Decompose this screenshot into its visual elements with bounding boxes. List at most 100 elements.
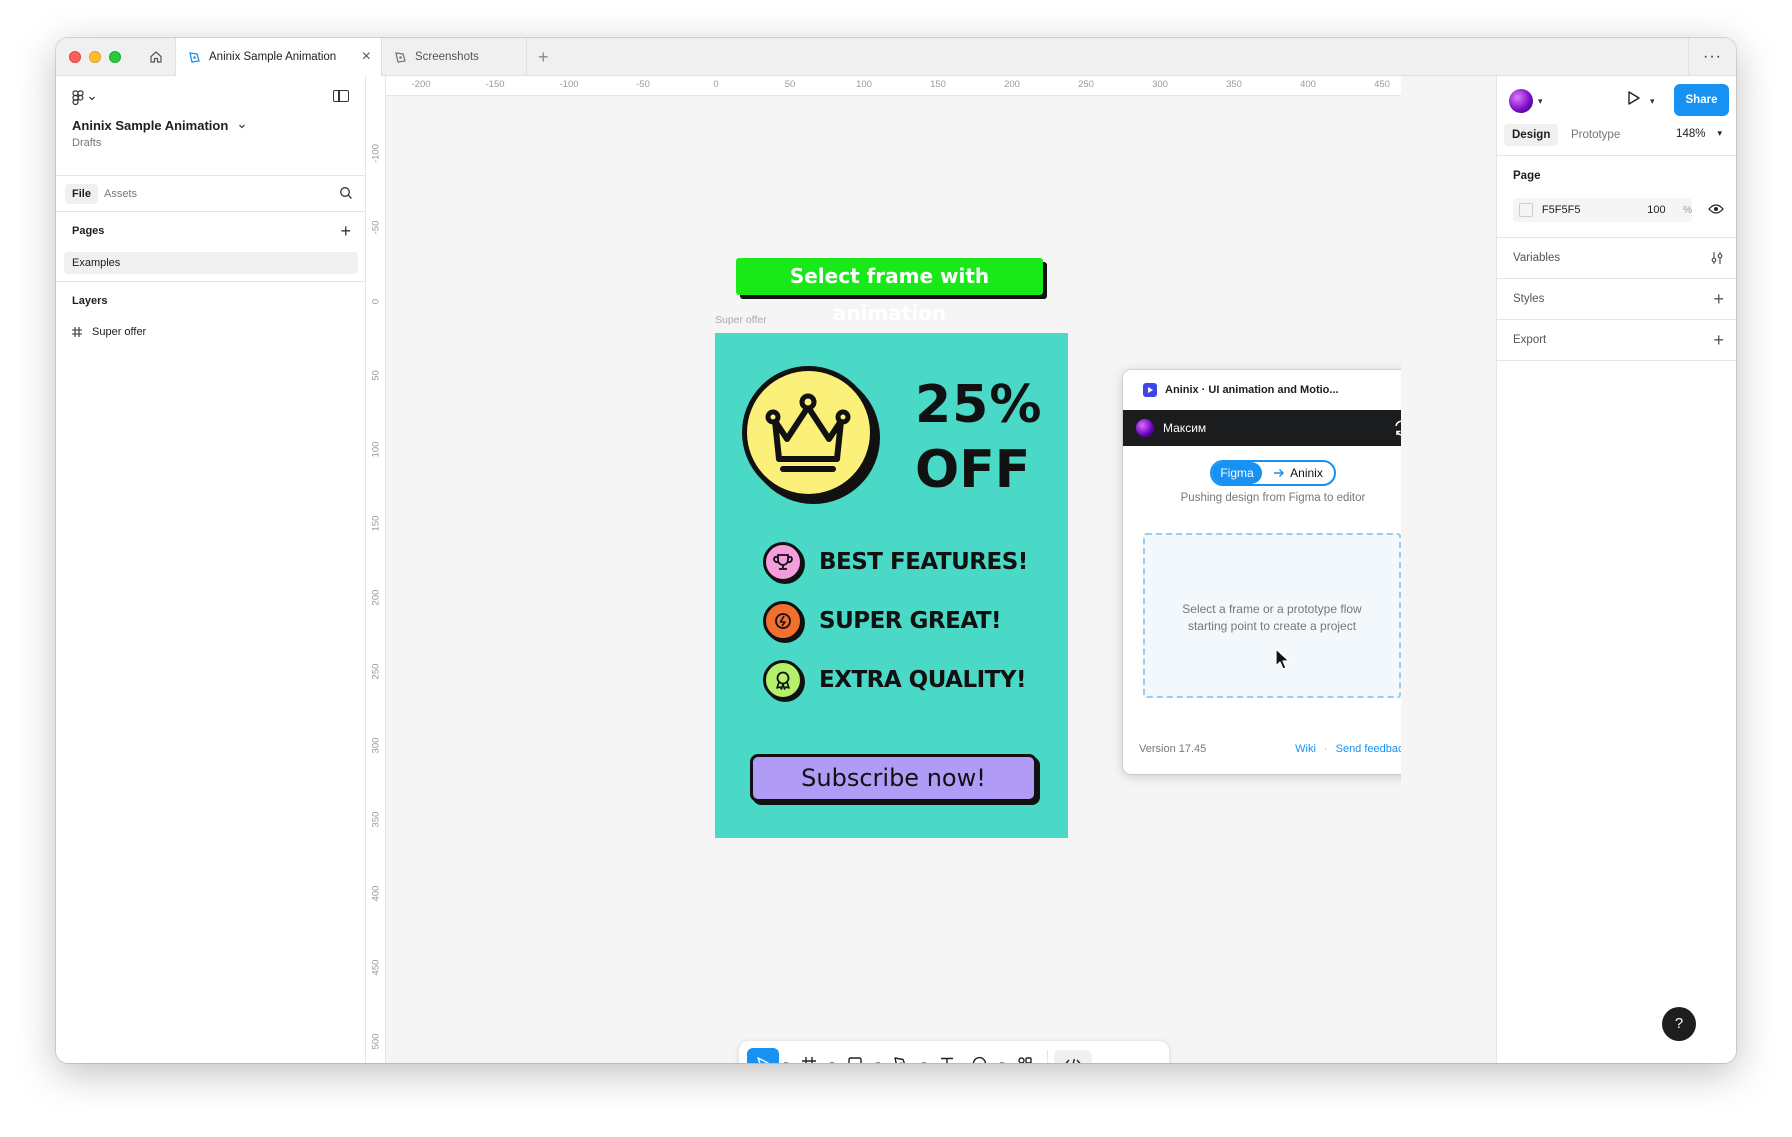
export-heading: Export [1513,334,1547,346]
aninix-plugin-window: Aninix · UI animation and Motio... × Мак… [1123,370,1401,774]
page-opacity[interactable]: 100 [1647,204,1683,216]
discount-off: OFF [915,440,1031,500]
present-play-icon[interactable] [1627,90,1641,106]
comment-tool[interactable]: ▾ [963,1048,1009,1063]
subscribe-button[interactable]: Subscribe now! [750,754,1037,802]
styles-section[interactable]: Styles + [1497,279,1736,320]
canvas[interactable]: -200 -150 -100 -50 0 50 100 150 200 250 … [366,76,1401,1063]
switch-account-icon[interactable] [1393,419,1401,437]
text-tool[interactable] [931,1048,963,1063]
frame-icon [72,327,82,337]
ruler-tick: 50 [370,370,382,381]
tab-prototype[interactable]: Prototype [1563,124,1628,146]
chevron-down-icon[interactable]: ▾ [1538,96,1543,107]
toggle-sidebar-icon[interactable] [333,90,349,102]
tab-file[interactable]: File [65,184,98,204]
file-assets-tabs: File Assets [56,176,365,212]
layer-item-super-offer[interactable]: Super offer [72,326,146,338]
chevron-down-icon[interactable]: ▾ [995,1059,1009,1064]
ruler-tick: -100 [370,144,382,164]
file-title[interactable]: Aninix Sample Animation [72,118,246,133]
variables-heading: Variables [1513,252,1561,264]
search-icon[interactable] [339,186,353,200]
ruler-top: -200 -150 -100 -50 0 50 100 150 200 250 … [386,76,1401,96]
close-tab-icon[interactable]: × [362,49,371,65]
pill-figma: Figma [1212,462,1262,484]
variables-section[interactable]: Variables [1497,238,1736,279]
more-options-button[interactable]: ··· [1688,38,1736,76]
chevron-down-icon[interactable]: ▾ [917,1059,931,1064]
bottom-toolbar: ▾ ▾ ▾ ▾ [739,1041,1169,1063]
crown-badge [742,366,875,499]
avatar[interactable] [1136,419,1154,437]
plugin-footer: Version 17.45 Wiki · Send feedback [1139,743,1401,755]
tab-screenshots[interactable]: Screenshots [382,38,527,76]
frame-tool[interactable]: ▾ [793,1048,839,1063]
frame-tool-icon-wrap [793,1048,825,1063]
plugin-title: Aninix · UI animation and Motio... [1165,384,1339,396]
zoom-control[interactable]: 148% ▾ [1676,128,1722,140]
add-page-button[interactable]: + [340,222,351,240]
send-feedback-link[interactable]: Send feedback [1336,743,1401,755]
file-header: Aninix Sample Animation Drafts [56,76,365,176]
color-swatch[interactable] [1519,203,1533,217]
pen-tool-icon-wrap [885,1048,917,1063]
plugin-header[interactable]: Aninix · UI animation and Motio... × [1123,370,1401,410]
feature-text: SUPER GREAT! [819,608,1002,634]
eye-icon[interactable] [1708,203,1724,215]
chevron-down-icon[interactable]: ▾ [871,1059,885,1064]
home-button[interactable] [136,38,176,76]
layers-heading: Layers [72,295,108,307]
right-panel-header: ▾ ▾ Share Design Prototype 148% ▾ [1497,76,1736,156]
opacity-unit: % [1683,204,1692,216]
close-icon[interactable]: × [1400,380,1401,398]
toolbar-divider [1047,1050,1048,1063]
add-export-button[interactable]: + [1713,331,1724,349]
pen-tool[interactable]: ▾ [885,1048,931,1063]
main-menu-button[interactable] [72,90,96,106]
file-title-text: Aninix Sample Animation [72,118,229,133]
avatar[interactable] [1509,89,1533,113]
ruler-tick: 200 [370,589,382,606]
feature-row: BEST FEATURES! [763,542,1028,582]
move-tool[interactable]: ▾ [747,1048,793,1063]
wiki-link[interactable]: Wiki [1295,743,1316,755]
new-tab-button[interactable]: + [538,47,549,68]
page-color-field[interactable]: F5F5F5 100 % [1513,198,1692,222]
close-window-button[interactable] [69,51,81,63]
maximize-window-button[interactable] [109,51,121,63]
dev-mode-toggle[interactable] [1054,1050,1092,1063]
code-icon [1065,1058,1081,1063]
shape-tool[interactable]: ▾ [839,1048,885,1063]
chevron-down-icon[interactable]: ▾ [1650,96,1655,107]
ruler-tick: 0 [370,298,382,305]
frame-drop-zone[interactable]: Select a frame or a prototype flow start… [1143,533,1401,698]
chevron-down-icon[interactable]: ▾ [825,1059,839,1064]
zoom-level: 148% [1676,128,1706,140]
page-item-examples[interactable]: Examples [64,252,358,274]
tab-aninix-sample-animation[interactable]: Aninix Sample Animation × [176,38,382,76]
drop-hint-line: Select a frame or a prototype flow [1182,602,1362,616]
frame-name-label[interactable]: Super offer [715,314,767,326]
file-location[interactable]: Drafts [72,137,101,149]
ruler-tick: -50 [636,79,650,90]
ruler-tick: 250 [1078,79,1094,90]
help-button[interactable]: ? [1662,1007,1696,1041]
app-window: Aninix Sample Animation × Screenshots + … [56,38,1736,1063]
export-section[interactable]: Export + [1497,320,1736,361]
super-offer-frame[interactable]: 25% OFF BEST FEATURES! SUPER GREAT! EXTR… [715,333,1068,838]
sliders-icon[interactable] [1710,251,1724,265]
share-button[interactable]: Share [1674,84,1729,116]
add-style-button[interactable]: + [1713,290,1724,308]
tab-design[interactable]: Design [1504,124,1559,146]
title-bar: Aninix Sample Animation × Screenshots + … [56,38,1736,76]
actions-tool[interactable] [1009,1048,1041,1063]
ruler-tick: -50 [370,220,382,235]
rectangle-icon [848,1057,862,1063]
draft-file-icon [395,51,406,63]
arrow-right-icon [1274,468,1285,478]
minimize-window-button[interactable] [89,51,101,63]
tab-assets[interactable]: Assets [97,184,144,204]
chevron-down-icon[interactable]: ▾ [779,1059,793,1064]
page-color-hex[interactable]: F5F5F5 [1542,204,1647,216]
